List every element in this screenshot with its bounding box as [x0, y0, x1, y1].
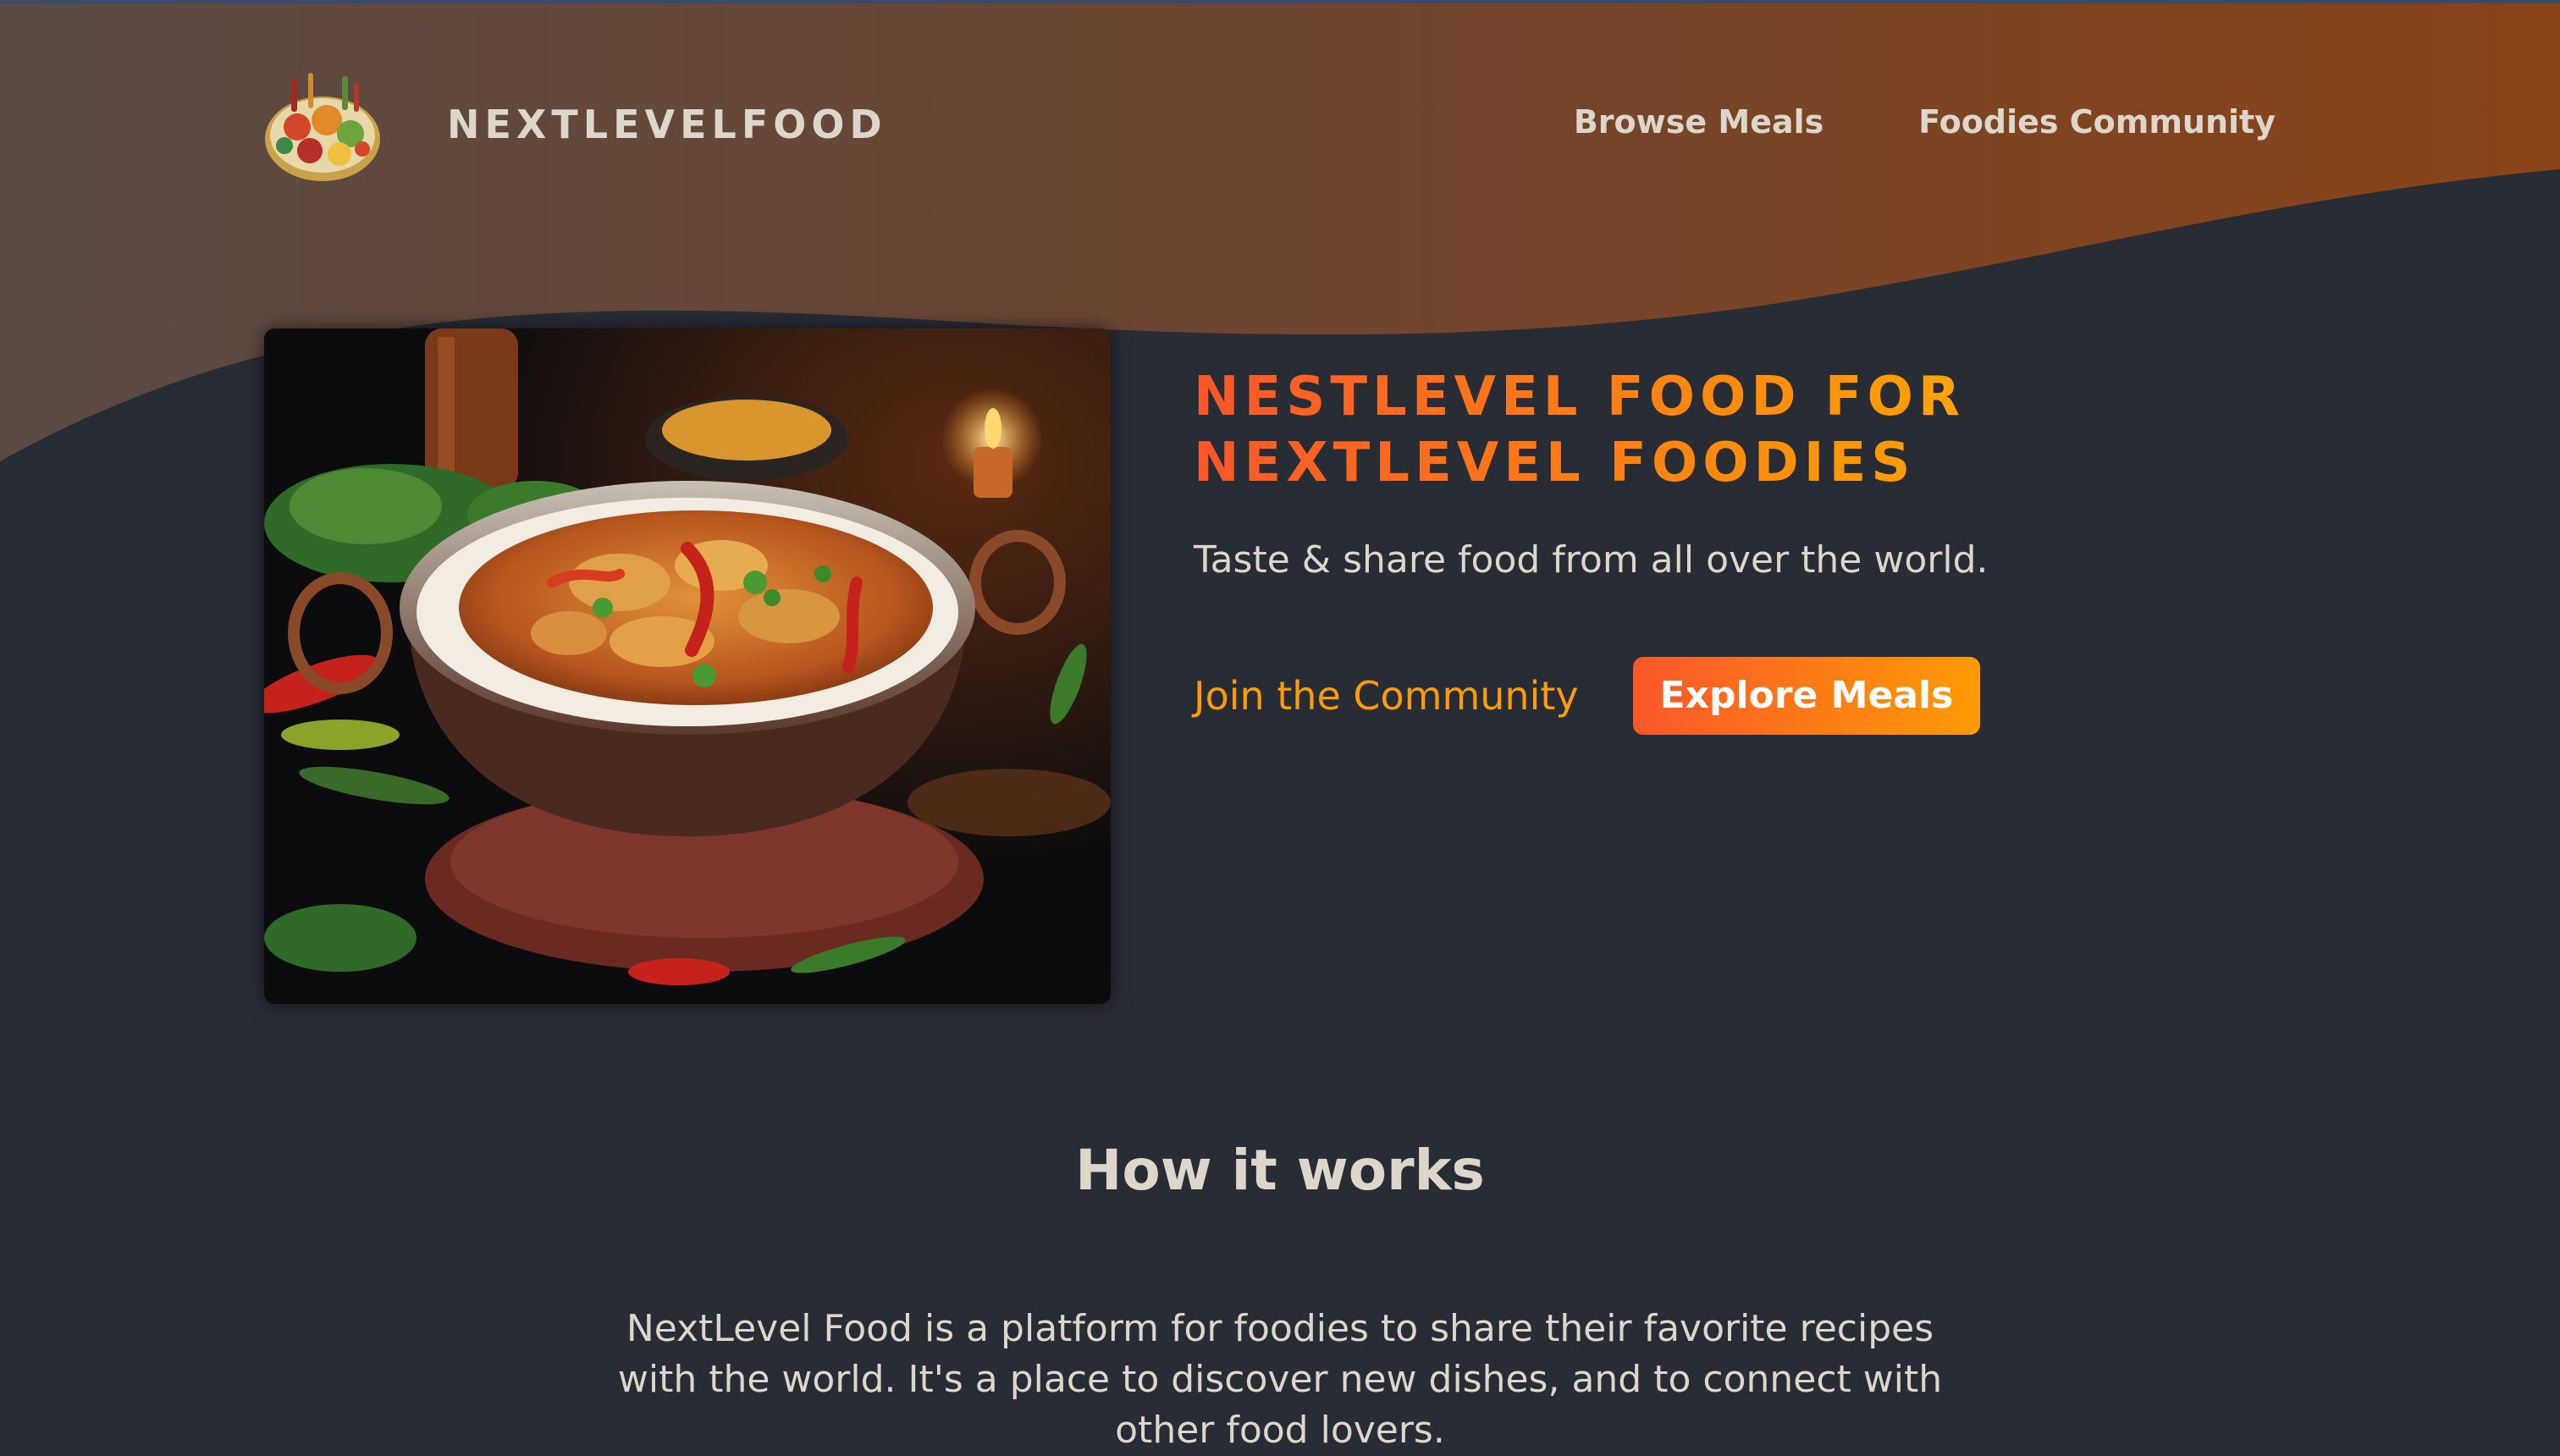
nav-foodies-community[interactable]: Foodies Community — [1918, 103, 2276, 141]
explore-meals-button[interactable]: Explore Meals — [1632, 657, 1981, 735]
hero-title: NESTLEVEL FOOD FOR NEXTLEVEL FOODIES — [1194, 364, 2362, 496]
how-it-works-text: NextLevel Food is a platform for foodies… — [617, 1307, 1943, 1452]
plate-logo-icon — [265, 73, 380, 181]
nav-browse-meals[interactable]: Browse Meals — [1574, 103, 1823, 141]
hero-image-curry — [264, 328, 1111, 1004]
hero-actions: Join the Community Explore Meals — [1194, 657, 1981, 735]
hero-subtitle: Taste & share food from all over the wor… — [1194, 538, 1989, 582]
page: NEXTLEVELFOOD Browse Meals Foodies Commu… — [0, 0, 2560, 1456]
brand-name: NEXTLEVELFOOD — [447, 102, 887, 147]
curry-dish-image — [264, 328, 1111, 1004]
main-nav: Browse Meals Foodies Community — [1574, 103, 2276, 141]
home-logo-link[interactable]: NEXTLEVELFOOD — [259, 61, 887, 188]
how-it-works-title: How it works — [1075, 1138, 1485, 1203]
join-community-link[interactable]: Join the Community — [1194, 673, 1579, 719]
